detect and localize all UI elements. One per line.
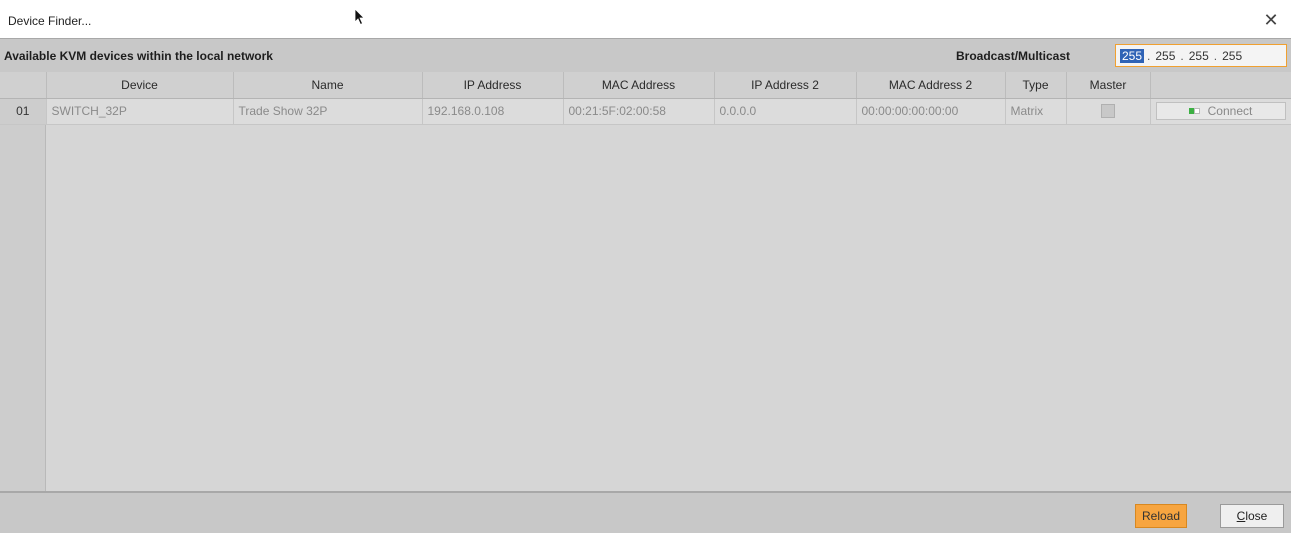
col-header-mac[interactable]: MAC Address [563, 72, 715, 99]
row-number: 01 [0, 98, 47, 125]
ip-octet-3[interactable]: 255 [1187, 49, 1211, 63]
table-header-row: Device Name IP Address MAC Address IP Ad… [0, 72, 1291, 99]
reload-button[interactable]: Reload [1135, 504, 1187, 528]
ip-octet-4[interactable]: 255 [1220, 49, 1244, 63]
col-header-ip[interactable]: IP Address [422, 72, 564, 99]
ip-octet-2[interactable]: 255 [1153, 49, 1177, 63]
header-title: Available KVM devices within the local n… [4, 49, 273, 63]
col-header-type[interactable]: Type [1005, 72, 1067, 99]
cell-mac: 00:21:5F:02:00:58 [563, 98, 715, 125]
col-header-num [0, 72, 47, 99]
ip-octet-1[interactable]: 255 [1120, 48, 1145, 63]
device-table-area: Device Name IP Address MAC Address IP Ad… [0, 72, 1291, 491]
close-label-rest: lose [1245, 509, 1268, 523]
ip-dot: . [1213, 48, 1218, 63]
col-header-master[interactable]: Master [1066, 72, 1151, 99]
device-table: Device Name IP Address MAC Address IP Ad… [0, 72, 1291, 125]
close-button[interactable]: Close [1220, 504, 1284, 528]
master-checkbox[interactable] [1101, 104, 1115, 119]
col-header-mac2[interactable]: MAC Address 2 [856, 72, 1006, 99]
network-header: Available KVM devices within the local n… [0, 38, 1291, 72]
ip-dot: . [1147, 48, 1151, 63]
row-number-gutter [0, 72, 46, 491]
window-title: Device Finder... [8, 14, 92, 28]
col-header-device[interactable]: Device [46, 72, 234, 99]
ip-dot: . [1180, 48, 1184, 63]
col-header-ip2[interactable]: IP Address 2 [714, 72, 857, 99]
broadcast-ip-input[interactable]: 255 . 255 . 255 . 255 [1115, 44, 1287, 67]
title-bar: Device Finder... ✕ [0, 0, 1291, 38]
close-icon[interactable]: ✕ [1261, 10, 1281, 30]
broadcast-label: Broadcast/Multicast [956, 49, 1071, 63]
connect-label: Connect [1207, 104, 1253, 118]
cell-type: Matrix [1005, 98, 1067, 125]
cell-action: Connect [1150, 98, 1291, 125]
cell-name: Trade Show 32P [233, 98, 423, 125]
cell-master [1066, 98, 1151, 125]
connect-button[interactable]: Connect [1155, 102, 1286, 120]
col-header-action [1150, 72, 1291, 99]
mouse-pointer-icon [354, 8, 366, 29]
cell-ip: 192.168.0.108 [422, 98, 564, 125]
cell-mac2: 00:00:00:00:00:00 [856, 98, 1006, 125]
dialog-footer: Reload Close [0, 491, 1291, 533]
cell-ip2: 0.0.0.0 [714, 98, 857, 125]
cell-device: SWITCH_32P [46, 98, 234, 125]
connection-status-icon [1188, 108, 1200, 114]
table-row[interactable]: 01 SWITCH_32P Trade Show 32P 192.168.0.1… [0, 98, 1291, 125]
col-header-name[interactable]: Name [233, 72, 423, 99]
